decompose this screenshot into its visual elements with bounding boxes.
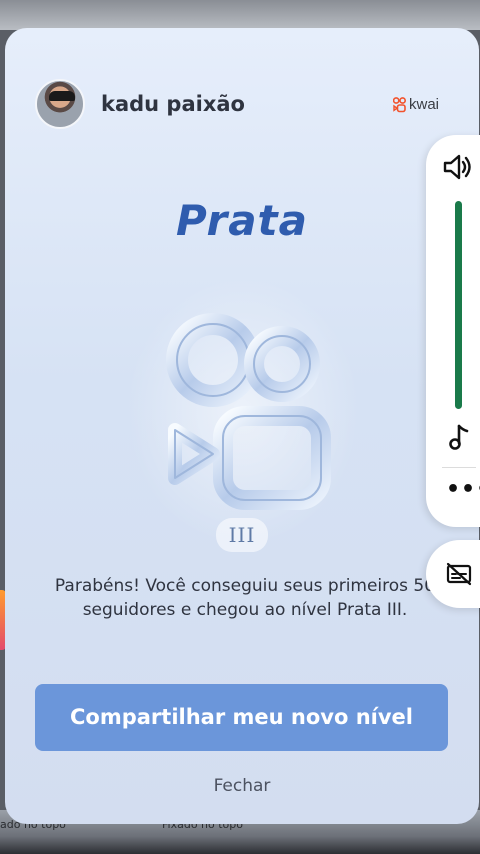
background-top xyxy=(0,0,480,30)
avatar xyxy=(35,79,85,129)
captions-off-icon xyxy=(446,562,472,586)
username: kadu paixão xyxy=(101,92,245,116)
kwai-logo-icon xyxy=(392,96,406,112)
volume-icon[interactable] xyxy=(442,153,474,181)
kwai-level-badge-icon xyxy=(166,313,331,510)
brand-logo: kwai xyxy=(392,96,439,113)
media-side-panel: ••• xyxy=(426,135,480,527)
level-tier-badge: III xyxy=(216,518,268,552)
close-button[interactable]: Fechar xyxy=(5,776,479,796)
volume-slider[interactable] xyxy=(455,201,462,409)
music-note-icon[interactable] xyxy=(448,423,470,451)
more-icon[interactable]: ••• xyxy=(446,479,480,501)
panel-divider xyxy=(442,467,476,468)
brand-name: kwai xyxy=(408,96,439,113)
card-header: kadu paixão xyxy=(35,78,245,130)
level-up-card: kadu paixão kwai Prata III Parabéns! Voc… xyxy=(5,28,479,824)
share-level-button[interactable]: Compartilhar meu novo nível xyxy=(35,684,448,751)
level-title: Prata xyxy=(176,196,308,245)
congratulations-message: Parabéns! Você conseguiu seus primeiros … xyxy=(54,576,436,620)
